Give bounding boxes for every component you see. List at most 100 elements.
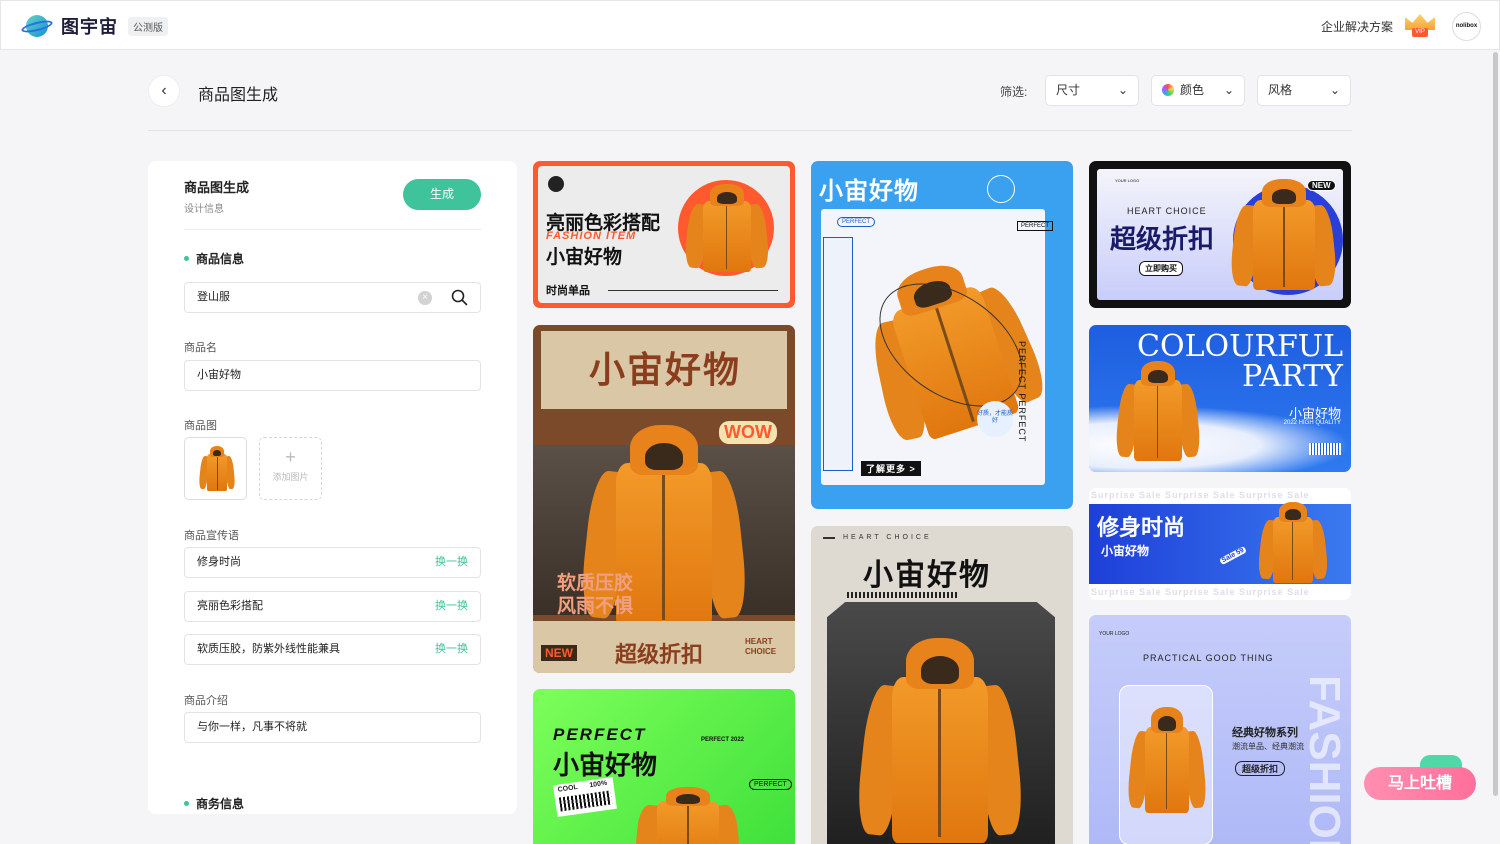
product-search-input[interactable]: 登山服 × bbox=[184, 282, 481, 313]
buy-now-tag: 立即购买 bbox=[1139, 261, 1183, 276]
card-5-heart-choice: HEART CHOICE bbox=[843, 534, 932, 541]
card-3-perfect: PERFECT bbox=[553, 725, 647, 744]
card-4-perfect-box: PERFECT bbox=[1017, 221, 1054, 231]
logo-dot-icon bbox=[548, 176, 564, 192]
clear-icon[interactable]: × bbox=[418, 291, 432, 305]
card-1-line bbox=[608, 290, 778, 291]
result-card-5[interactable]: HEART CHOICE 小宙好物 bbox=[811, 526, 1073, 844]
result-card-6[interactable]: YOUR LOGO HEART CHOICE 超级折扣 立即购买 NEW bbox=[1089, 161, 1351, 308]
beta-badge: 公测版 bbox=[128, 16, 168, 36]
wow-badge: WOW bbox=[719, 421, 777, 444]
chevron-down-icon: ⌄ bbox=[1223, 83, 1234, 97]
style-filter-dropdown[interactable]: 风格 ⌄ bbox=[1257, 75, 1351, 106]
section-product-info: 商品信息 bbox=[184, 250, 244, 267]
card-7-quality: 2022 HIGH QUALITY bbox=[1283, 420, 1341, 426]
card-3-perfect-tag: PERFECT bbox=[749, 779, 792, 790]
search-icon[interactable] bbox=[451, 289, 468, 306]
color-filter-dropdown[interactable]: 颜色 ⌄ bbox=[1151, 75, 1245, 106]
card-3-perfect-year: PERFECT 2022 bbox=[701, 737, 745, 743]
color-wheel-icon bbox=[1162, 84, 1174, 96]
card-9-subtitle: 潮流单品、经典潮流 bbox=[1232, 742, 1304, 751]
jacket-image bbox=[854, 638, 1026, 844]
card-2-title: 小宙好物 bbox=[589, 349, 742, 390]
barcode-ticket: COOL 100% bbox=[553, 776, 617, 818]
product-image-thumbnail[interactable] bbox=[184, 437, 247, 500]
result-card-3[interactable]: PERFECT 小宙好物 PERFECT 2022 PERFECT COOL 1… bbox=[533, 689, 795, 844]
card-9-practical: PRACTICAL GOOD THING bbox=[1143, 653, 1274, 663]
vip-crown-icon[interactable]: VIP bbox=[1405, 14, 1435, 38]
result-card-8[interactable]: Surprise Sale Surprise Sale Surprise Sal… bbox=[1089, 488, 1351, 600]
card-7-party: PARTY bbox=[1242, 359, 1343, 394]
card-8-subtitle: 小宙好物 bbox=[1101, 544, 1150, 558]
page-title: 商品图生成 bbox=[198, 87, 279, 104]
card-4-vertical-text: PERFECT PERFECT bbox=[1017, 341, 1027, 443]
card-1-tag: 时尚单品 bbox=[546, 285, 590, 297]
product-name-label: 商品名 bbox=[184, 342, 217, 354]
enterprise-solutions-link[interactable]: 企业解决方案 bbox=[1321, 18, 1393, 35]
barcode-icon bbox=[558, 790, 613, 812]
card-1-canvas: 亮丽色彩搭配 FASHION ITEM 小宙好物 时尚单品 bbox=[538, 166, 790, 303]
result-card-2[interactable]: 小宙好物 WOW 软质压胶 风雨不惧 NEW 超级折扣 HEART CHOICE bbox=[533, 325, 795, 673]
panel-divider bbox=[184, 229, 481, 230]
chevron-down-icon: ⌄ bbox=[1329, 83, 1340, 97]
jacket-image bbox=[1229, 179, 1339, 295]
card-5-dash bbox=[823, 537, 835, 539]
card-6-heart-choice: HEART CHOICE bbox=[1127, 206, 1207, 216]
plus-icon: + bbox=[285, 447, 296, 467]
jacket-image bbox=[198, 446, 236, 493]
planet-logo-icon bbox=[20, 14, 54, 38]
surprise-sale-bottom: Surprise Sale Surprise Sale Surprise Sal… bbox=[1091, 587, 1310, 597]
jacket-image bbox=[1126, 707, 1208, 817]
generate-button[interactable]: 生成 bbox=[403, 179, 481, 210]
panel-subtitle: 设计信息 bbox=[184, 204, 224, 215]
swap-button[interactable]: 换一换 bbox=[435, 548, 468, 577]
card-9-fashion-watermark: FASHION bbox=[1300, 675, 1349, 844]
back-button[interactable]: ‹ bbox=[148, 75, 180, 107]
brand-name: 图宇宙 bbox=[61, 17, 118, 37]
vertical-perfect-strip bbox=[823, 237, 853, 471]
card-6-title: 超级折扣 bbox=[1110, 224, 1215, 254]
result-card-4[interactable]: 小宙好物 PERFECT PERFECT 好质，才能质好 了解更多 > PERF… bbox=[811, 161, 1073, 509]
card-1-subtitle: FASHION ITEM bbox=[546, 230, 637, 242]
scrollbar[interactable] bbox=[1493, 52, 1498, 796]
card-5-title: 小宙好物 bbox=[863, 559, 991, 592]
card-2-slogan-2: 风雨不惧 bbox=[557, 596, 634, 617]
product-intro-input[interactable]: 与你一样，凡事不将就 bbox=[184, 712, 481, 743]
add-image-button[interactable]: + 添加图片 bbox=[259, 437, 322, 500]
filter-label: 筛选: bbox=[1000, 85, 1028, 99]
learn-more-tag: 了解更多 > bbox=[861, 461, 921, 476]
slogan-input-3[interactable]: 软质压胶，防紫外线性能兼具 换一换 bbox=[184, 634, 481, 665]
jacket-image bbox=[633, 787, 743, 844]
result-card-7[interactable]: COLOURFUL PARTY 小宙好物 2022 HIGH QUALITY bbox=[1089, 325, 1351, 472]
chevron-left-icon: ‹ bbox=[161, 82, 167, 99]
card-9-discount-tag: 超级折扣 bbox=[1235, 761, 1286, 776]
swap-button[interactable]: 换一换 bbox=[435, 592, 468, 621]
product-name-input[interactable]: 小宙好物 bbox=[184, 360, 481, 391]
avatar[interactable]: nolibox bbox=[1452, 12, 1481, 41]
result-card-1[interactable]: 亮丽色彩搭配 FASHION ITEM 小宙好物 时尚单品 bbox=[533, 161, 795, 308]
slogan-input-1[interactable]: 修身时尚 换一换 bbox=[184, 547, 481, 578]
feedback-button[interactable]: 马上吐槽 bbox=[1364, 767, 1476, 800]
card-9-logo: YOUR LOGO bbox=[1099, 631, 1130, 637]
card-6-new-badge: NEW bbox=[1307, 180, 1336, 191]
top-bar: 图宇宙 公测版 企业解决方案 VIP nolibox bbox=[0, 0, 1500, 50]
header-divider bbox=[148, 130, 1352, 131]
stripe-decoration bbox=[847, 592, 959, 598]
card-3-title: 小宙好物 bbox=[553, 750, 658, 780]
card-8-title: 修身时尚 bbox=[1097, 515, 1186, 540]
section-business-info: 商务信息 bbox=[184, 795, 244, 812]
size-filter-dropdown[interactable]: 尺寸 ⌄ bbox=[1045, 75, 1139, 106]
card-4-title: 小宙好物 bbox=[819, 178, 919, 205]
result-card-9[interactable]: YOUR LOGO PRACTICAL GOOD THING 经典好物系列 潮流… bbox=[1089, 615, 1351, 844]
quality-badge: 好质，才能质好 bbox=[977, 401, 1013, 437]
jacket-image bbox=[1114, 361, 1202, 465]
card-4-perfect-tag: PERFECT bbox=[837, 217, 876, 227]
chevron-down-icon: ⌄ bbox=[1117, 83, 1128, 97]
slogan-input-2[interactable]: 亮丽色彩搭配 换一换 bbox=[184, 591, 481, 622]
jacket-image bbox=[684, 184, 770, 276]
card-1-title: 小宙好物 bbox=[546, 247, 623, 268]
swap-button[interactable]: 换一换 bbox=[435, 635, 468, 664]
logo[interactable]: 图宇宙 公测版 bbox=[20, 13, 168, 39]
barcode-icon bbox=[1309, 443, 1341, 455]
slogan-label: 商品宣传语 bbox=[184, 530, 239, 542]
